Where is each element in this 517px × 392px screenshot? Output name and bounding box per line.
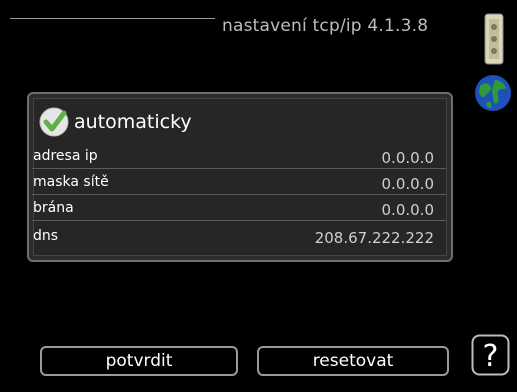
check-icon[interactable] xyxy=(38,106,70,138)
reset-button[interactable]: resetovat xyxy=(257,346,449,376)
setting-row-gateway[interactable]: brána 0.0.0.0 xyxy=(32,198,446,221)
netmask-label: maska sítě xyxy=(33,174,109,190)
gateway-label: brána xyxy=(33,200,74,216)
dns-label: dns xyxy=(33,228,59,244)
setting-row-netmask[interactable]: maska sítě 0.0.0.0 xyxy=(32,172,446,195)
help-symbol: ? xyxy=(483,339,499,374)
netmask-value: 0.0.0.0 xyxy=(381,175,434,193)
help-icon[interactable]: ? xyxy=(471,334,510,376)
scrollbar-icon[interactable] xyxy=(484,13,504,65)
header-divider xyxy=(10,18,215,19)
ip-value: 0.0.0.0 xyxy=(381,149,434,167)
page-title: nastavení tcp/ip 4.1.3.8 xyxy=(222,16,429,36)
setting-row-ip[interactable]: adresa ip 0.0.0.0 xyxy=(32,146,446,169)
setting-row-dns[interactable]: dns 208.67.222.222 xyxy=(32,226,446,248)
globe-icon[interactable] xyxy=(474,74,512,112)
automatic-label: automaticky xyxy=(74,111,192,133)
automatic-checkbox-row[interactable]: automaticky xyxy=(38,102,192,142)
ip-label: adresa ip xyxy=(33,148,98,164)
gateway-value: 0.0.0.0 xyxy=(381,201,434,219)
confirm-button[interactable]: potvrdit xyxy=(40,346,238,376)
dns-value: 208.67.222.222 xyxy=(314,229,434,247)
